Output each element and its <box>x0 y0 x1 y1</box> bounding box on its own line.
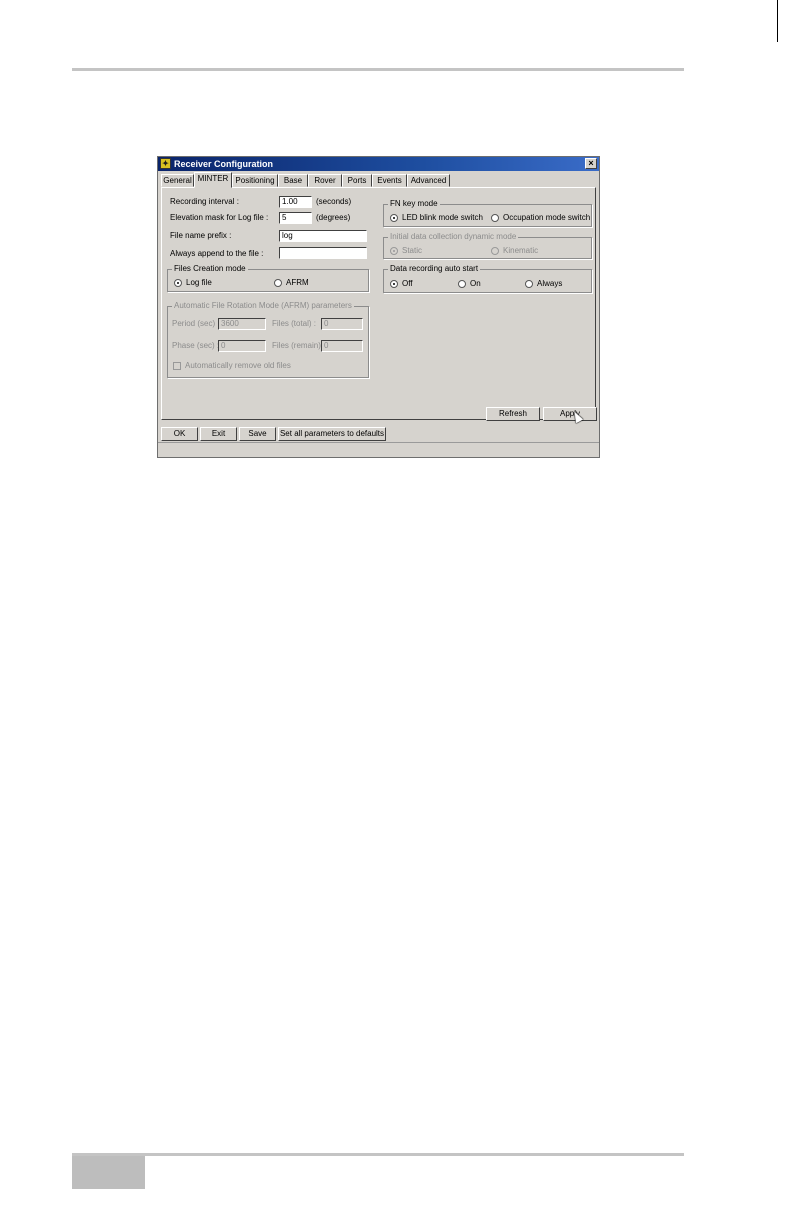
files-remain-input[interactable]: 0 <box>321 340 363 352</box>
exit-button[interactable]: Exit <box>200 427 237 441</box>
log-file-label: Log file <box>186 278 212 287</box>
phase-label: Phase (sec) : <box>172 341 220 350</box>
crop-mark <box>777 0 778 42</box>
static-radio[interactable] <box>390 247 398 255</box>
tab-advanced[interactable]: Advanced <box>407 174 450 187</box>
always-append-label: Always append to the file : <box>170 249 264 258</box>
auto-start-off-radio[interactable] <box>390 280 398 288</box>
recording-interval-input[interactable]: 1.00 <box>279 196 312 208</box>
kinematic-radio[interactable] <box>491 247 499 255</box>
auto-start-off-label: Off <box>402 279 413 288</box>
elevation-mask-unit: (degrees) <box>316 213 351 222</box>
ok-button[interactable]: OK <box>161 427 198 441</box>
led-blink-label: LED blink mode switch <box>402 213 483 222</box>
fn-key-mode-title: FN key mode <box>388 199 440 209</box>
refresh-button[interactable]: Refresh <box>486 407 540 421</box>
tab-rover[interactable]: Rover <box>308 174 342 187</box>
auto-start-title: Data recording auto start <box>388 264 481 274</box>
file-name-prefix-input[interactable]: log <box>279 230 367 242</box>
receiver-configuration-window: ✦ Receiver Configuration × General MINTE… <box>157 156 600 458</box>
files-creation-group: Files Creation mode Log file AFRM <box>167 264 369 292</box>
files-creation-title: Files Creation mode <box>172 264 248 274</box>
dynamic-mode-title: Initial data collection dynamic mode <box>388 232 519 242</box>
tab-events[interactable]: Events <box>372 174 407 187</box>
occupation-mode-label: Occupation mode switch <box>503 213 591 222</box>
period-label: Period (sec) : <box>172 319 220 328</box>
phase-input[interactable]: 0 <box>218 340 266 352</box>
log-file-radio[interactable] <box>174 279 182 287</box>
always-append-input[interactable] <box>279 247 367 259</box>
recording-interval-unit: (seconds) <box>316 197 352 206</box>
tab-ports[interactable]: Ports <box>342 174 372 187</box>
auto-remove-checkbox[interactable] <box>173 362 181 370</box>
static-label: Static <box>402 246 423 255</box>
led-blink-radio[interactable] <box>390 214 398 222</box>
afrm-parameters-title: Automatic File Rotation Mode (AFRM) para… <box>172 301 354 311</box>
page-number-tab <box>72 1156 145 1189</box>
elevation-mask-input[interactable]: 5 <box>279 212 312 224</box>
file-name-prefix-label: File name prefix : <box>170 231 232 240</box>
title-bar[interactable]: ✦ Receiver Configuration × <box>158 157 599 171</box>
tab-positioning[interactable]: Positioning <box>232 174 278 187</box>
status-bar-divider <box>158 442 599 443</box>
fn-key-mode-group: FN key mode LED blink mode switch Occupa… <box>383 199 592 227</box>
set-defaults-button[interactable]: Set all parameters to defaults <box>278 427 386 441</box>
tab-minter[interactable]: MINTER <box>194 172 232 188</box>
kinematic-label: Kinematic <box>503 246 539 255</box>
minter-panel: Recording interval : 1.00 (seconds) Elev… <box>161 187 597 424</box>
app-icon: ✦ <box>160 158 171 169</box>
occupation-mode-radio[interactable] <box>491 214 499 222</box>
afrm-parameters-group: Automatic File Rotation Mode (AFRM) para… <box>167 301 369 378</box>
window-title: Receiver Configuration <box>174 159 274 169</box>
page-footer-rule <box>72 1153 684 1156</box>
files-total-input[interactable]: 0 <box>321 318 363 330</box>
tab-general[interactable]: General <box>161 174 194 187</box>
auto-start-on-label: On <box>470 279 481 288</box>
close-button[interactable]: × <box>585 158 597 169</box>
elevation-mask-label: Elevation mask for Log file : <box>170 213 269 222</box>
auto-start-always-label: Always <box>537 279 563 288</box>
afrm-label: AFRM <box>286 278 309 287</box>
auto-start-on-radio[interactable] <box>458 280 466 288</box>
afrm-radio[interactable] <box>274 279 282 287</box>
apply-button[interactable]: Apply <box>543 407 597 421</box>
auto-start-always-radio[interactable] <box>525 280 533 288</box>
auto-remove-label: Automatically remove old files <box>185 361 291 370</box>
files-total-label: Files (total) : <box>272 319 317 328</box>
period-input[interactable]: 3600 <box>218 318 266 330</box>
auto-start-group: Data recording auto start Off On Always <box>383 264 592 293</box>
tab-base[interactable]: Base <box>278 174 308 187</box>
page-header-rule <box>72 68 684 71</box>
dynamic-mode-group: Initial data collection dynamic mode Sta… <box>383 232 592 259</box>
files-remain-label: Files (remain) : <box>272 341 326 350</box>
recording-interval-label: Recording interval : <box>170 197 239 206</box>
save-button[interactable]: Save <box>239 427 276 441</box>
